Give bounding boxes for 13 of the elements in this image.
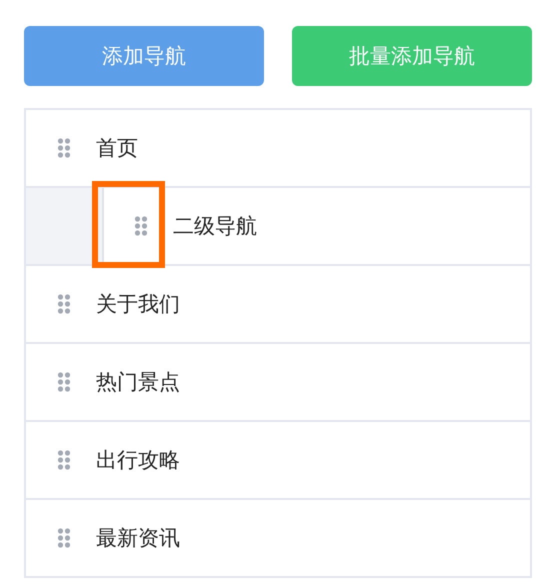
drag-handle-icon[interactable] [57, 450, 71, 470]
drag-handle-icon[interactable] [57, 294, 71, 314]
nav-label: 关于我们 [96, 291, 180, 318]
nav-label: 二级导航 [173, 213, 257, 240]
nav-row[interactable]: 二级导航 [102, 188, 530, 264]
nav-label: 首页 [96, 135, 138, 162]
nav-label: 出行攻略 [96, 447, 180, 474]
drag-handle-icon[interactable] [57, 528, 71, 548]
drag-handle-icon[interactable] [134, 216, 148, 236]
drag-handle-icon[interactable] [57, 372, 71, 392]
nav-label: 热门景点 [96, 369, 180, 396]
nav-label: 最新资讯 [96, 525, 180, 552]
drag-handle-icon[interactable] [57, 138, 71, 158]
